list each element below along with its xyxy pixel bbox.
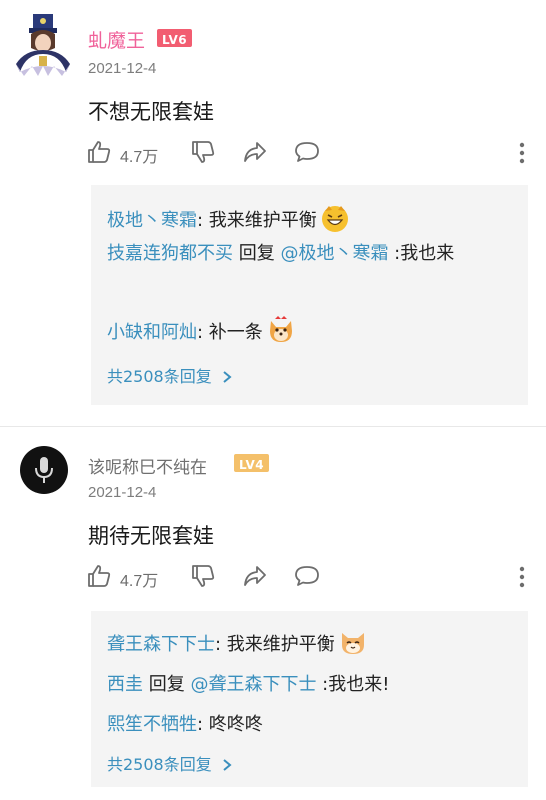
reply-text: :我也来 (388, 243, 455, 264)
cat-emoji-icon (338, 627, 368, 657)
comment-item: 虬魔王 LV6 2021-12-4 不想无限套娃 4.7万 极地丶寒霜: 我来维… (0, 0, 546, 427)
reply-item: 聋王森下下士: 我来维护平衡 (107, 627, 517, 662)
reply-item: 熙笙不牺牲: 咚咚咚 (107, 714, 263, 735)
more-options-icon[interactable] (518, 141, 526, 165)
reply-text: 补一条 (208, 322, 263, 343)
chevron-right-icon (222, 368, 232, 383)
thumb-down-icon[interactable] (190, 563, 216, 589)
username[interactable]: 虬魔王 (88, 26, 145, 53)
reply-username[interactable]: 熙笙不牺牲 (107, 714, 197, 735)
more-options-icon[interactable] (518, 565, 526, 589)
reply-item: 小缺和阿灿: 补一条 (107, 315, 517, 350)
username[interactable]: 该呢称巳不纯在 (88, 453, 207, 478)
reply-username[interactable]: 极地丶寒霜 (107, 210, 197, 231)
reply-preview-box[interactable]: 聋王森下下士: 我来维护平衡 西圭 回复 @聋王森下下士 :我也来! 熙笙不牺牲… (91, 611, 528, 787)
chevron-right-icon (222, 756, 232, 771)
comment-text: 期待无限套娃 (88, 524, 214, 548)
reply-username[interactable]: 技嘉连狗都不买 (107, 243, 233, 264)
comment-item: 该呢称巳不纯在 LV4 2021-12-4 期待无限套娃 4.7万 聋王森下下士… (0, 427, 546, 800)
thumb-down-icon[interactable] (190, 139, 216, 165)
reply-text: 我来维护平衡 (208, 210, 317, 231)
reply-username[interactable]: 聋王森下下士 (107, 634, 215, 655)
comment-text: 不想无限套娃 (88, 100, 214, 124)
avatar[interactable] (20, 446, 68, 494)
reply-item: 极地丶寒霜: 我来维护平衡 (107, 203, 517, 238)
reply-text: 我来维护平衡 (226, 634, 335, 655)
share-icon[interactable] (242, 563, 268, 589)
comment-date: 2021-12-4 (88, 60, 157, 77)
comment-actions: 4.7万 (86, 139, 526, 167)
like-count: 4.7万 (120, 573, 159, 590)
comment-actions: 4.7万 (86, 563, 526, 591)
reply-username[interactable]: 小缺和阿灿 (107, 322, 197, 343)
like-count: 4.7万 (120, 149, 159, 166)
comment-date: 2021-12-4 (88, 484, 157, 501)
comment-icon[interactable] (294, 139, 320, 165)
comment-icon[interactable] (294, 563, 320, 589)
shiba-dog-emoji-icon (266, 315, 296, 345)
reply-username[interactable]: 西圭 (107, 674, 143, 695)
share-icon[interactable] (242, 139, 268, 165)
reply-item: 西圭 回复 @聋王森下下士 :我也来! (107, 674, 390, 695)
thumb-up-icon[interactable] (86, 139, 112, 165)
avatar[interactable] (16, 14, 70, 78)
reply-target-user[interactable]: @极地丶寒霜 (280, 243, 388, 264)
reply-item: 技嘉连狗都不买 回复 @极地丶寒霜 :我也来 (107, 243, 455, 264)
reply-text: :我也来! (316, 674, 390, 695)
reply-target-user[interactable]: @聋王森下下士 (190, 674, 316, 695)
view-more-replies-link[interactable]: 共2508条回复 (107, 363, 232, 387)
thumb-up-icon[interactable] (86, 563, 112, 589)
reply-preview-box[interactable]: 极地丶寒霜: 我来维护平衡 技嘉连狗都不买 回复 @极地丶寒霜 :我也来 小缺和… (91, 185, 528, 405)
level-badge: LV4 (234, 454, 270, 472)
reply-text: 咚咚咚 (208, 714, 263, 735)
view-more-replies-link[interactable]: 共2508条回复 (107, 751, 232, 775)
grinning-tiger-emoji-icon (320, 203, 350, 233)
level-badge: LV6 (157, 29, 193, 47)
